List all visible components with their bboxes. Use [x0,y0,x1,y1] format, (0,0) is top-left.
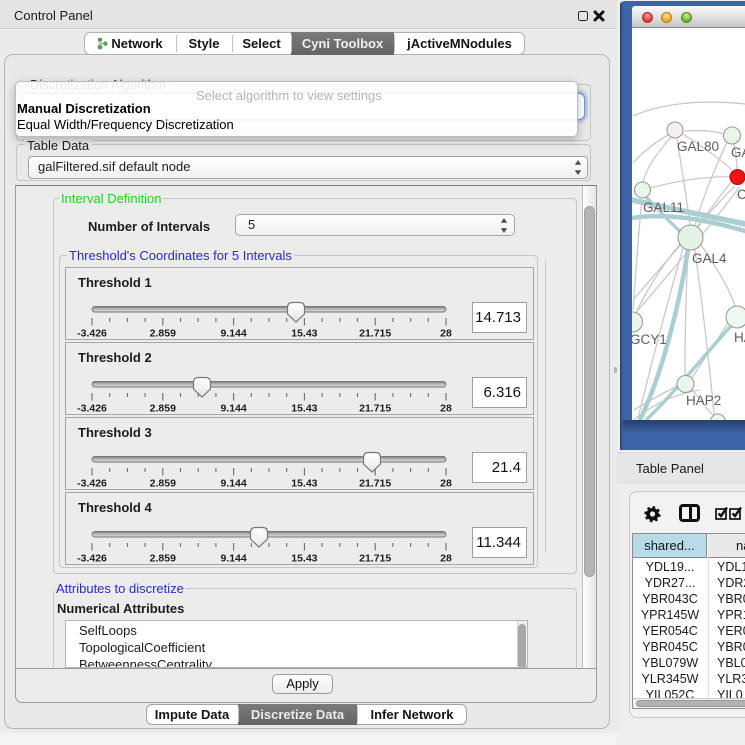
svg-text:2.859: 2.859 [150,478,176,490]
svg-text:GAL80: GAL80 [677,139,719,154]
svg-text:2.859: 2.859 [150,328,176,340]
svg-text:21.715: 21.715 [359,478,391,490]
svg-text:-3.426: -3.426 [77,328,107,340]
svg-text:21.715: 21.715 [359,328,391,340]
svg-text:CR: CR [737,187,745,202]
svg-text:28: 28 [440,403,452,415]
svg-text:28: 28 [440,553,452,565]
svg-text:28: 28 [440,328,452,340]
svg-text:-3.426: -3.426 [77,403,107,415]
svg-text:15.43: 15.43 [291,403,317,415]
svg-text:GAL4: GAL4 [692,251,727,266]
svg-text:-3.426: -3.426 [77,553,107,565]
svg-text:HA: HA [734,330,745,345]
svg-text:GCY1: GCY1 [632,332,667,347]
svg-text:15.43: 15.43 [291,478,317,490]
svg-text:9.144: 9.144 [220,403,246,415]
svg-text:21.715: 21.715 [359,403,391,415]
svg-text:15.43: 15.43 [291,553,317,565]
svg-text:-3.426: -3.426 [77,478,107,490]
svg-text:9.144: 9.144 [220,478,246,490]
svg-text:21.715: 21.715 [359,553,391,565]
svg-text:15.43: 15.43 [291,328,317,340]
svg-text:9.144: 9.144 [220,553,246,565]
svg-text:GAL3: GAL3 [731,145,745,160]
svg-text:GAL11: GAL11 [643,200,684,215]
svg-text:9.144: 9.144 [220,328,246,340]
svg-text:2.859: 2.859 [150,553,176,565]
svg-text:HAP2: HAP2 [686,393,721,408]
svg-text:2.859: 2.859 [150,403,176,415]
svg-text:28: 28 [440,478,452,490]
